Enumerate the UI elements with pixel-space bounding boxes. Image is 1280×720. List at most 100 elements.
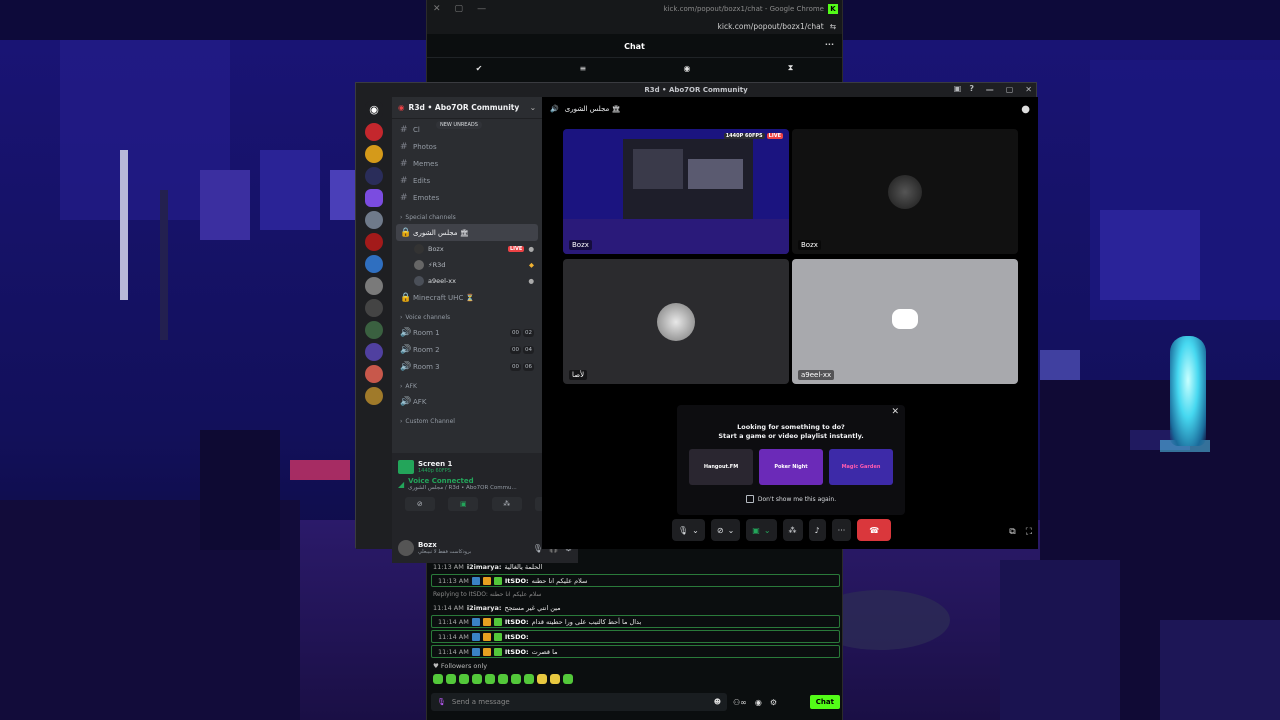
chevron-down-icon[interactable]: ⌄ xyxy=(764,526,771,535)
activity-card-magic[interactable]: Magic Garden xyxy=(829,449,893,485)
chat-username[interactable]: ItSDO: xyxy=(505,577,529,585)
chrome-maximize-icon[interactable]: ▢ xyxy=(455,4,464,14)
video-off-button[interactable]: ⊘ xyxy=(404,497,435,511)
chat-message[interactable]: 11:14 AM i2imarya: مين انتي غير مستجح xyxy=(427,600,844,615)
server-icon[interactable] xyxy=(365,167,383,185)
emote-icon[interactable] xyxy=(498,674,508,684)
server-icon[interactable] xyxy=(365,145,383,163)
category-special-channels[interactable]: › Special channels xyxy=(396,210,538,224)
close-icon[interactable]: ✕ xyxy=(891,407,899,417)
chat-username[interactable]: ItSDO: xyxy=(505,633,529,641)
stream-tile-bozx[interactable]: 1440P 60FPS LIVE Bozx xyxy=(563,129,789,254)
signal-icon[interactable]: ◢ xyxy=(398,480,404,489)
server-icon[interactable] xyxy=(365,343,383,361)
inbox-icon[interactable]: ▣ xyxy=(954,84,962,93)
emote-icon[interactable] xyxy=(459,674,469,684)
fullscreen-icon[interactable]: ⛶ xyxy=(1026,527,1032,537)
chat-username[interactable]: i2imarya: xyxy=(467,604,502,612)
video-tile-a9eel[interactable]: a9eel-xx xyxy=(792,259,1018,384)
activities-button[interactable]: ⁂ xyxy=(782,519,803,541)
chrome-close-icon[interactable]: ✕ xyxy=(433,4,441,14)
chat-more-icon[interactable]: ··· xyxy=(825,40,834,49)
discord-maximize-icon[interactable]: ▢ xyxy=(1006,85,1014,94)
chat-icon[interactable]: ● xyxy=(528,277,534,285)
emote-icon[interactable] xyxy=(550,674,560,684)
avatar[interactable] xyxy=(398,540,414,556)
disconnect-button[interactable]: ☎ xyxy=(857,519,892,541)
server-icon[interactable] xyxy=(365,123,383,141)
chevron-down-icon[interactable]: ⌄ xyxy=(692,526,699,535)
emote-icon[interactable] xyxy=(524,674,534,684)
activities-button[interactable]: ⁂ xyxy=(491,497,522,511)
soundboard-button[interactable]: ♪ xyxy=(808,519,826,541)
server-icon[interactable] xyxy=(365,387,383,405)
voice-member[interactable]: ⚡R3d ◆ xyxy=(396,257,538,273)
channel-item-memes[interactable]: # Memes xyxy=(396,155,538,172)
channel-item-minecraft[interactable]: 🔒 Minecraft UHC ⏳ xyxy=(396,289,538,306)
show-chat-icon[interactable]: ● xyxy=(1021,104,1030,115)
chat-icon[interactable]: ● xyxy=(528,245,534,253)
chevron-down-icon[interactable]: ⌄ xyxy=(530,103,536,112)
chevron-down-icon[interactable]: ⌄ xyxy=(728,526,735,535)
category-afk[interactable]: › AFK xyxy=(396,379,538,393)
emote-icon[interactable] xyxy=(472,674,482,684)
chat-username[interactable]: i2imarya: xyxy=(467,563,502,571)
chat-pin-icon[interactable]: ✔ xyxy=(476,64,483,73)
emoji-icon[interactable]: ☻ xyxy=(714,698,721,706)
activity-card-hangout[interactable]: Hangout.FM xyxy=(689,449,753,485)
channel-item-cl[interactable]: # Cl NEW UNREADS xyxy=(396,121,538,138)
channel-item-photos[interactable]: # Photos xyxy=(396,138,538,155)
chat-message[interactable]: 11:14 AM ItSDO: xyxy=(431,630,840,643)
channel-item-emotes[interactable]: # Emotes xyxy=(396,189,538,206)
chrome-minimize-icon[interactable]: — xyxy=(477,4,486,14)
more-options-button[interactable]: ··· xyxy=(831,519,852,541)
chat-send-button[interactable]: Chat xyxy=(809,695,840,709)
activity-card-poker[interactable]: Poker Night xyxy=(759,449,823,485)
checkbox-box[interactable] xyxy=(745,495,754,503)
mute-button[interactable]: 🎙 ⌄ xyxy=(672,519,705,541)
chat-username[interactable]: ItSDO: xyxy=(505,618,529,626)
server-icon[interactable] xyxy=(365,255,383,273)
emote-icon[interactable] xyxy=(446,674,456,684)
discord-minimize-icon[interactable]: — xyxy=(986,85,994,94)
emote-icon[interactable] xyxy=(511,674,521,684)
voice-channel-active[interactable]: 🔒 مجلس الشورى 🏛 xyxy=(396,224,538,241)
chat-list-icon[interactable]: ≡ xyxy=(580,64,587,73)
video-tile-bozx[interactable]: Bozx xyxy=(792,129,1018,254)
chat-bubble-icon[interactable]: ◉ xyxy=(683,64,690,73)
chat-message-input[interactable]: 🎙 Send a message ☻ xyxy=(431,693,727,711)
chrome-url-bar[interactable]: kick.com/popout/bozx1/chat ⇆ xyxy=(427,18,842,34)
screen-share-toggle[interactable]: ▣ ⌄ xyxy=(746,519,777,541)
voice-channel-room-1[interactable]: 🔊 Room 1 00 02 xyxy=(396,324,538,341)
server-icon[interactable] xyxy=(365,365,383,383)
server-header[interactable]: ◉ R3d • Abo7OR Community ⌄ xyxy=(392,97,542,119)
chat-reply-context[interactable]: Replying to ItSDO: سلام عليكم انا حطنه xyxy=(427,589,844,600)
chat-message[interactable]: 11:13 AM ItSDO: سلام عليكم انا حطنه xyxy=(431,574,840,587)
voice-channel-room-3[interactable]: 🔊 Room 3 00 06 xyxy=(396,358,538,375)
server-icon[interactable] xyxy=(365,321,383,339)
settings-gear-icon[interactable]: ⚙ xyxy=(770,698,777,707)
server-icon[interactable] xyxy=(365,189,383,207)
chat-message[interactable]: 11:14 AM ItSDO: بدال ما أحط كالتيب على ورا… xyxy=(431,615,840,628)
category-custom-channel[interactable]: › Custom Channel xyxy=(396,414,538,428)
category-voice-channels[interactable]: › Voice channels xyxy=(396,310,538,324)
discord-close-icon[interactable]: ✕ xyxy=(1025,85,1032,94)
emote-icon[interactable] xyxy=(485,674,495,684)
voice-channel-afk[interactable]: 🔊 AFK xyxy=(396,393,538,410)
voice-member[interactable]: Bozx LIVE ● xyxy=(396,241,538,257)
server-icon[interactable] xyxy=(365,211,383,229)
site-settings-icon[interactable]: ⇆ xyxy=(830,22,836,31)
popout-icon[interactable]: ⧉ xyxy=(1009,527,1015,537)
voice-channel-room-2[interactable]: 🔊 Room 2 00 04 xyxy=(396,341,538,358)
camera-button[interactable]: ⊘ ⌄ xyxy=(710,519,741,541)
chat-message[interactable]: 11:14 AM ItSDO: ما قصرت xyxy=(431,645,840,658)
video-tile-member[interactable]: لأصا xyxy=(563,259,789,384)
mic-icon[interactable]: 🎙 xyxy=(437,698,446,706)
chat-username[interactable]: ItSDO: xyxy=(505,648,529,656)
screen-share-button[interactable]: ▣ xyxy=(448,497,479,511)
voice-member[interactable]: a9eel-xx ● xyxy=(396,273,538,289)
discord-home-icon[interactable]: ◉ xyxy=(365,101,383,119)
server-icon[interactable] xyxy=(365,233,383,251)
chat-timer-icon[interactable]: ⧗ xyxy=(788,63,794,73)
emote-icon[interactable] xyxy=(537,674,547,684)
